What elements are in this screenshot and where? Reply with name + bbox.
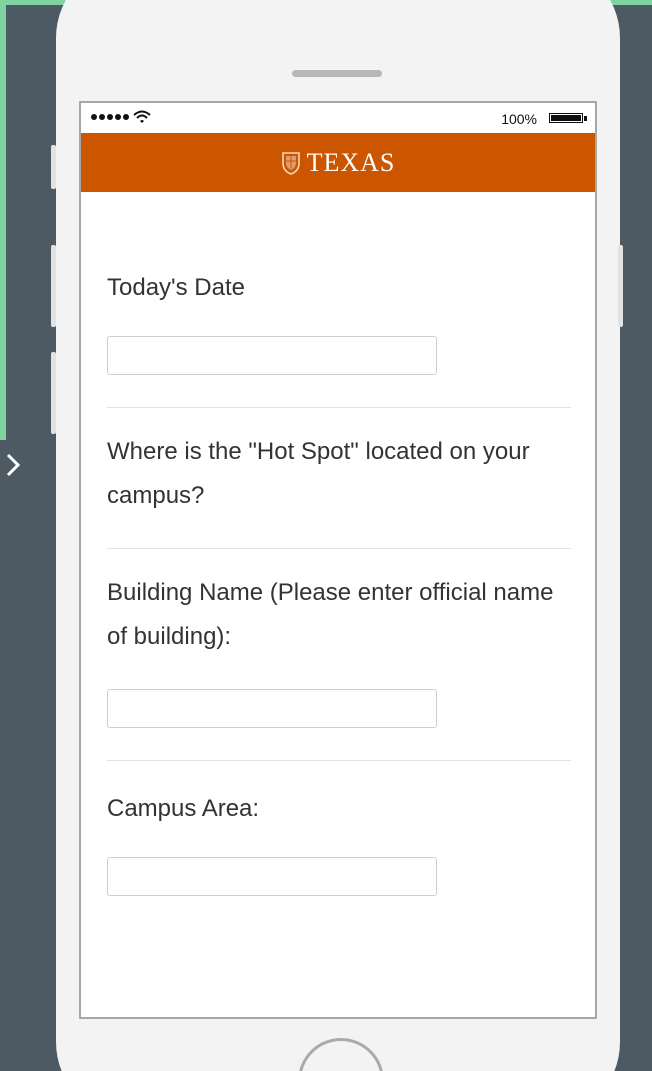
- phone-speaker: [292, 70, 382, 77]
- volume-down-button: [51, 352, 56, 434]
- mute-switch: [51, 145, 56, 189]
- divider: [107, 407, 571, 408]
- date-label: Today's Date: [107, 274, 245, 301]
- divider: [107, 760, 571, 761]
- brand-wordmark: TEXAS: [306, 147, 396, 177]
- status-bar: 100%: [81, 103, 595, 133]
- ut-seal-icon: [281, 151, 300, 175]
- hotspot-question: Where is the "Hot Spot" located on your …: [107, 438, 530, 509]
- accent-stripe-left: [0, 0, 6, 440]
- building-name-field[interactable]: [107, 689, 437, 728]
- date-field[interactable]: [107, 336, 437, 375]
- campus-area-field[interactable]: [107, 857, 437, 896]
- campus-area-label: Campus Area:: [107, 795, 260, 822]
- hotspot-form: Today's Date Where is the "Hot Spot" loc…: [81, 266, 595, 896]
- site-header: TEXAS: [81, 133, 595, 192]
- chevron-right-icon[interactable]: [2, 447, 22, 483]
- wifi-icon: [133, 110, 151, 123]
- volume-up-button: [51, 245, 56, 327]
- stage: 100% TEXAS Today's Date Where is the "Ho…: [0, 0, 652, 1071]
- battery-percent: 100%: [501, 111, 537, 127]
- battery-nub: [584, 116, 587, 121]
- home-button[interactable]: [298, 1038, 384, 1071]
- battery-icon: [549, 113, 583, 123]
- divider: [107, 548, 571, 549]
- signal-dots-icon: [91, 114, 129, 120]
- phone-screen: 100% TEXAS Today's Date Where is the "Ho…: [79, 101, 597, 1019]
- power-button: [618, 245, 623, 327]
- building-label: Building Name (Please enter official nam…: [107, 579, 554, 650]
